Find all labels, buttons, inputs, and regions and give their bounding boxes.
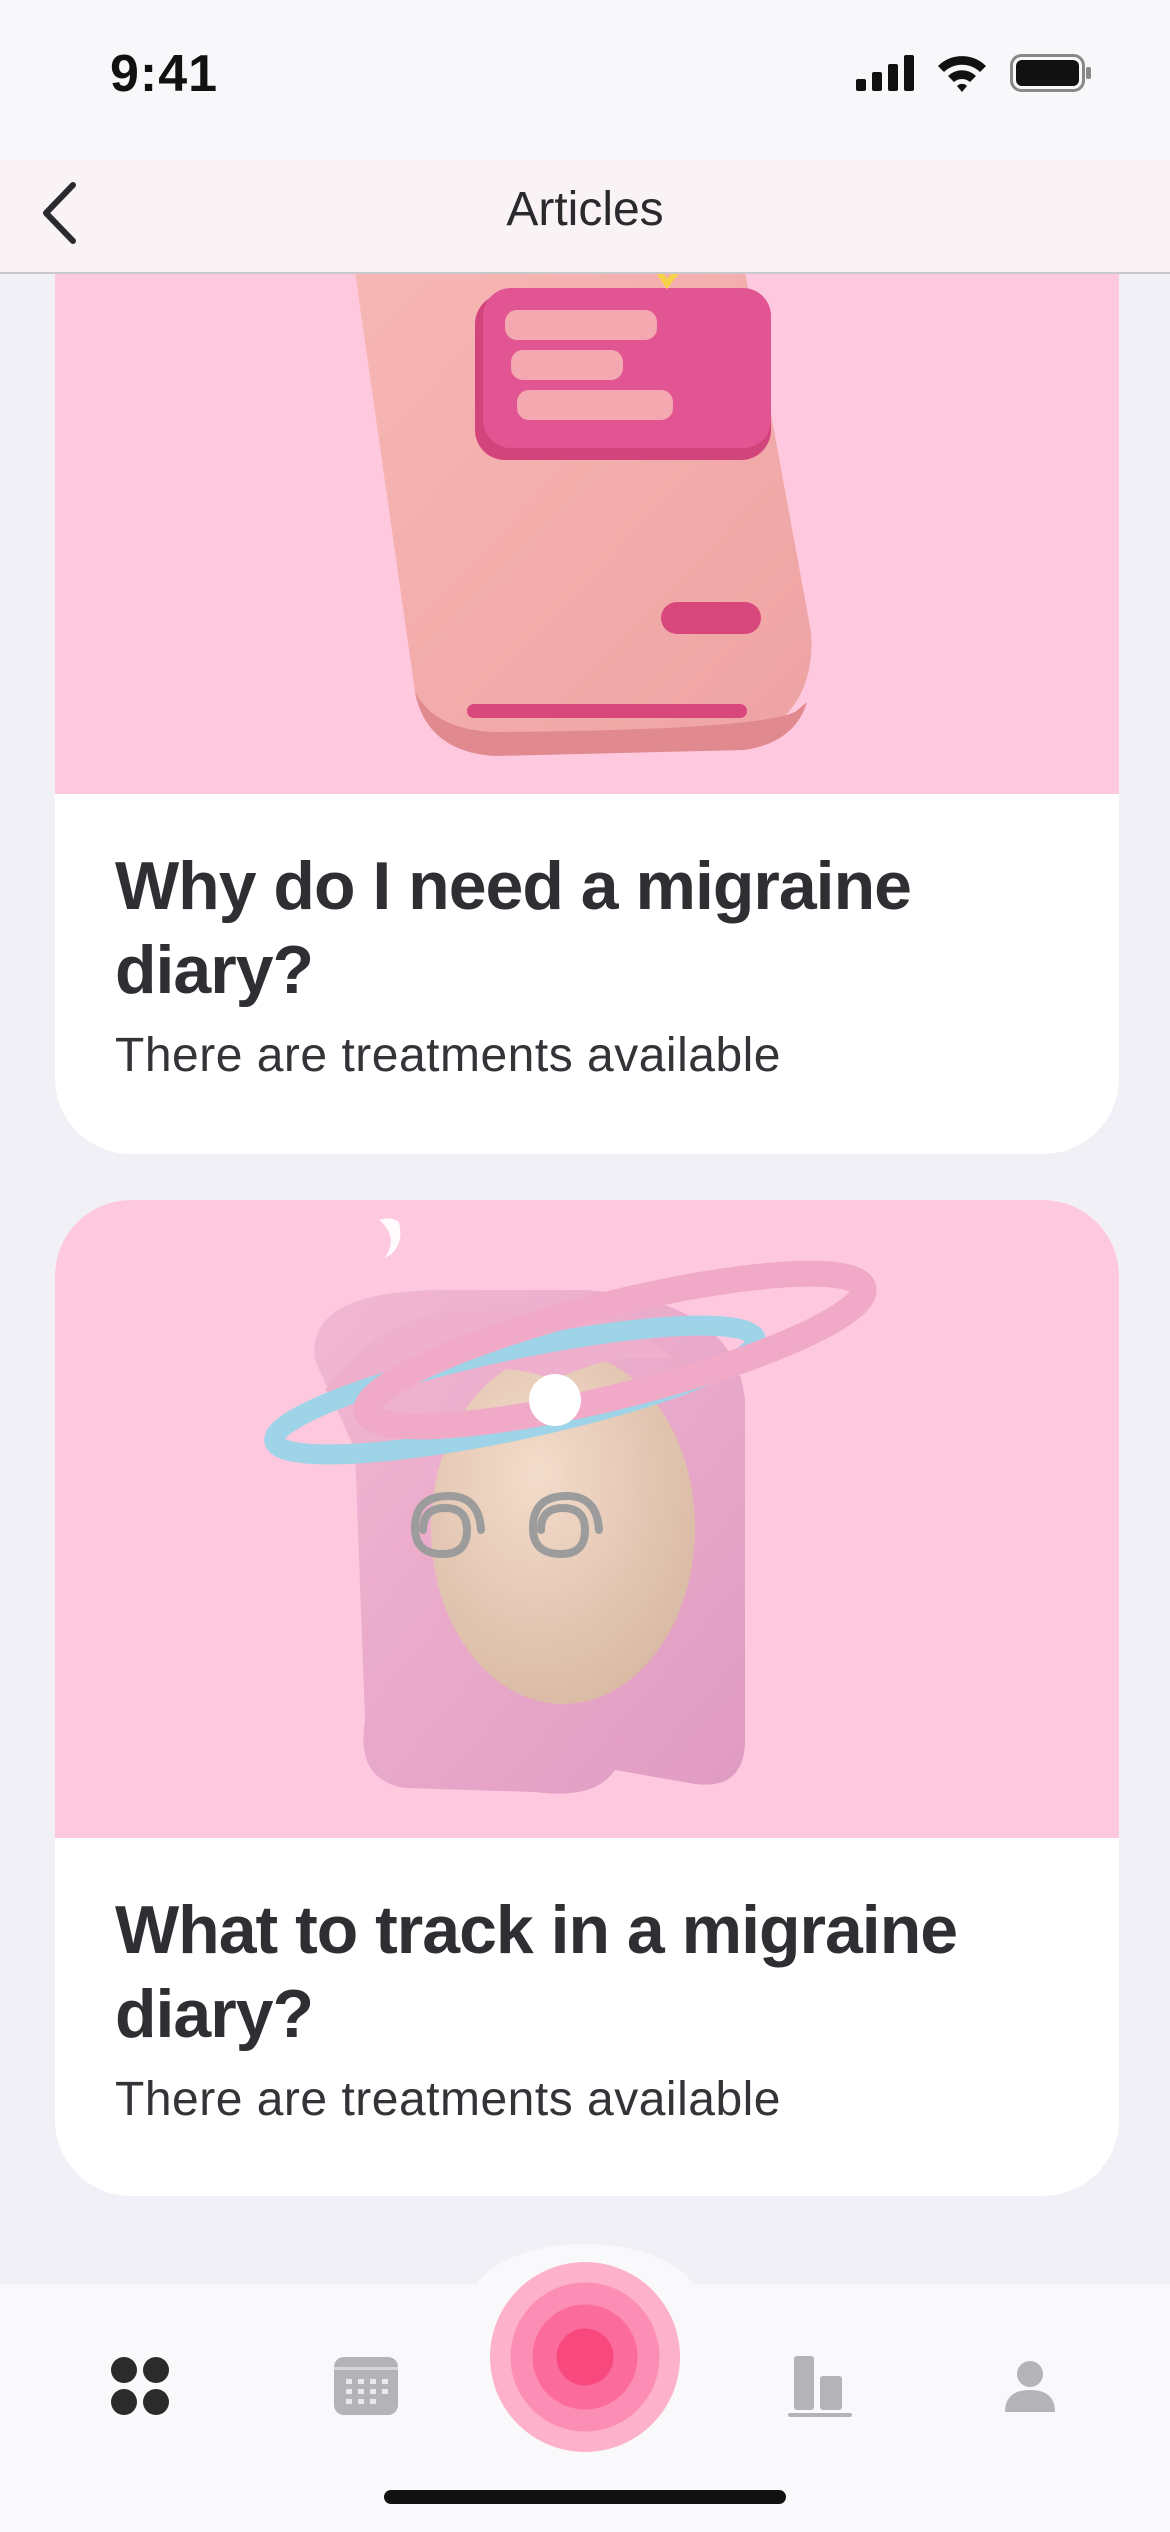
home-dots-icon [110,2356,170,2421]
status-bar: 9:41 [0,0,1170,160]
tab-statistics[interactable] [770,2338,870,2438]
record-attack-button[interactable] [490,2262,680,2452]
navigation-bar: Articles [0,160,1170,274]
article-subtitle: There are treatments available [115,2073,781,2126]
profile-icon [1005,2360,1055,2417]
home-indicator [384,2490,786,2504]
article-image-diary-book [55,272,1119,794]
tab-profile[interactable] [980,2338,1080,2438]
page-title: Articles [506,183,664,236]
cellular-signal-icon [856,55,914,96]
wifi-icon [936,54,988,97]
status-icons [856,54,1092,97]
article-image-dizzy-girl [55,1200,1119,1838]
bar-chart-icon [788,2354,852,2423]
status-time: 9:41 [110,45,219,103]
article-card-what-to-track[interactable]: What to track in a migraine diary? There… [55,1200,1119,2196]
tab-calendar[interactable] [316,2338,416,2438]
article-subtitle: There are treatments available [115,1029,781,1082]
tab-home[interactable] [90,2338,190,2438]
calendar-icon [334,2356,398,2420]
article-card-migraine-diary[interactable]: Why do I need a migraine diary? There ar… [55,272,1119,1154]
article-title: Why do I need a migraine diary? [115,848,912,1008]
battery-icon [1010,54,1092,97]
article-title: What to track in a migraine diary? [115,1892,958,2052]
